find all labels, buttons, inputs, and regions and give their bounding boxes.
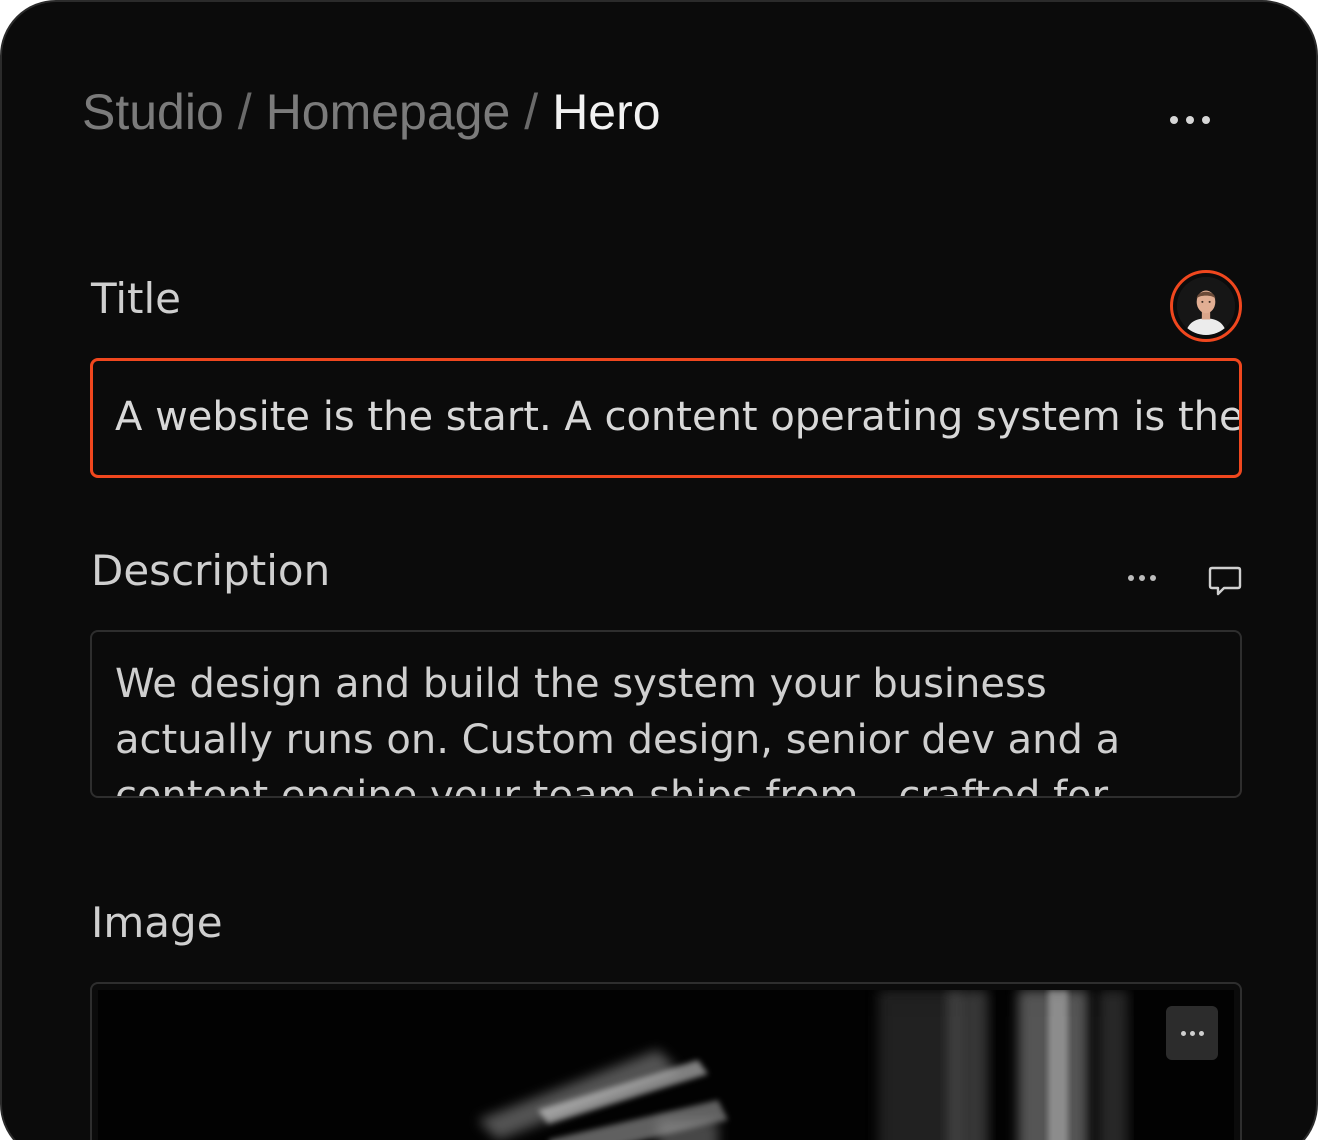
more-horizontal-icon (1128, 575, 1134, 581)
breadcrumb-separator: / (237, 84, 252, 140)
image-more-button[interactable] (1166, 1006, 1218, 1060)
title-input[interactable]: A website is the start. A content operat… (90, 358, 1242, 478)
image-label: Image (91, 898, 223, 947)
description-textarea[interactable]: We design and build the system your busi… (90, 630, 1242, 798)
image-preview-graphic (98, 990, 1234, 1140)
breadcrumb-current: Hero (552, 84, 661, 140)
editor-panel: Studio / Homepage / Hero Title A website is … (0, 0, 1318, 1140)
title-label: Title (91, 274, 182, 323)
hero-image-preview (98, 990, 1234, 1140)
image-field[interactable] (90, 982, 1242, 1140)
user-portrait-icon (1177, 277, 1235, 335)
avatar[interactable] (1170, 270, 1242, 342)
breadcrumb: Studio / Homepage / Hero (82, 82, 661, 142)
more-horizontal-icon (1170, 116, 1178, 124)
breadcrumb-item-studio[interactable]: Studio (82, 84, 224, 140)
avatar-image (1177, 277, 1235, 335)
description-label: Description (91, 546, 331, 595)
comment-icon[interactable] (1206, 562, 1244, 600)
more-horizontal-icon (1180, 1030, 1186, 1036)
more-options-button[interactable] (1158, 102, 1222, 138)
breadcrumb-item-homepage[interactable]: Homepage (266, 84, 511, 140)
description-more-button[interactable] (1120, 566, 1164, 590)
breadcrumb-separator: / (524, 84, 539, 140)
